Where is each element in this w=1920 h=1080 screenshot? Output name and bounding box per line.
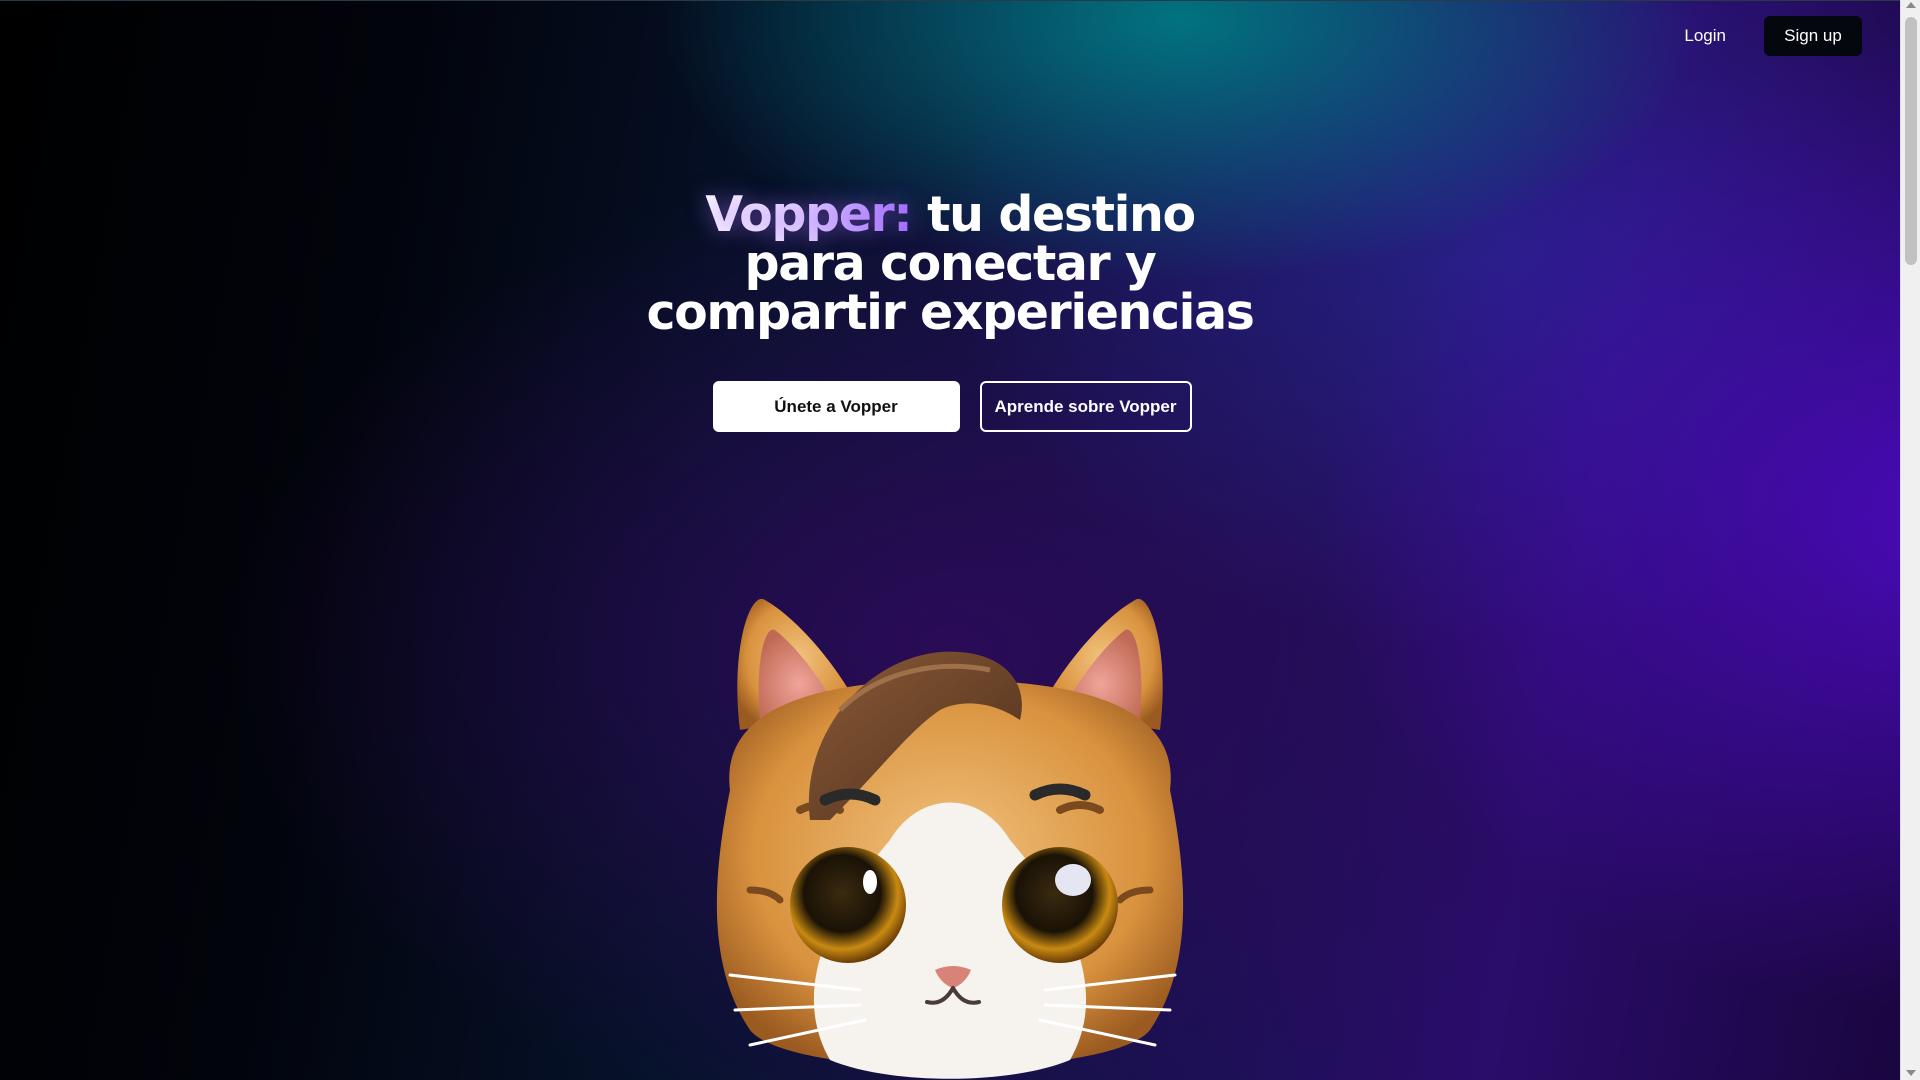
page-background: Login Sign up Vopper: tu destino para co…	[0, 0, 1900, 1080]
page-scrollbar[interactable]	[1900, 0, 1920, 1080]
top-border	[0, 0, 1900, 1]
scrollbar-thumb[interactable]	[1905, 17, 1917, 265]
hero-title: Vopper: tu destino para conectar y compa…	[0, 190, 1900, 337]
learn-about-vopper-button[interactable]: Aprende sobre Vopper	[979, 381, 1192, 432]
hero-title-line-3: compartir experiencias	[646, 284, 1254, 341]
cat-mascot-icon	[716, 598, 1184, 1079]
join-vopper-button[interactable]: Únete a Vopper	[712, 381, 960, 432]
hero-title-line-2: para conectar y	[744, 235, 1157, 292]
scroll-down-arrow-icon[interactable]	[1906, 1070, 1916, 1076]
hero-title-line-1: Vopper: tu destino	[705, 186, 1196, 243]
scroll-up-arrow-icon[interactable]	[1906, 2, 1916, 8]
top-nav: Login Sign up	[1664, 16, 1862, 56]
signup-button[interactable]: Sign up	[1764, 16, 1862, 56]
cta-row: Únete a Vopper Aprende sobre Vopper	[0, 381, 1900, 432]
login-link[interactable]: Login	[1664, 16, 1746, 56]
